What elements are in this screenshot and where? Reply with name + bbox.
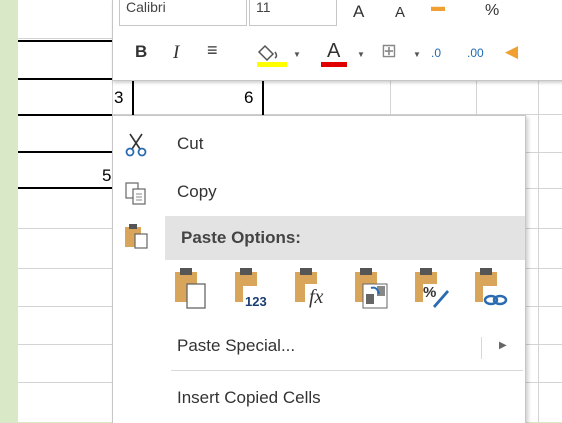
paste-values-label: 123 [245,294,267,309]
mini-toolbar: Calibri 11 A A ▬ % B I ≡ ▼ A ▼ ⊞ ▼ .0 .0… [112,0,562,81]
menu-item-copy[interactable]: Copy [113,172,525,212]
cell-border [18,187,112,189]
format-painter-icon[interactable]: ◀ [505,42,518,62]
paste-options-label: Paste Options: [181,228,301,247]
cell-border [18,78,112,80]
paste-formulas-label: fx [309,286,324,308]
menu-label-copy: Copy [177,182,217,201]
fill-color-swatch [257,62,287,67]
paste-formatting-label: % [423,284,437,301]
borders-icon[interactable]: ⊞ [381,40,397,63]
cell-value[interactable]: 3 [114,88,123,108]
menu-separator [171,370,523,371]
percent-style-button[interactable]: % [485,2,499,20]
menu-item-paste-special[interactable]: Paste Special... [113,326,525,366]
font-color-swatch [321,62,347,67]
paste-link-button[interactable] [471,264,511,316]
transpose-button[interactable] [351,264,391,316]
submenu-divider [481,337,482,359]
paste-options-header: Paste Options: [165,216,525,260]
cell-value[interactable]: 6 [244,88,253,108]
font-size-box[interactable]: 11 [249,0,337,26]
fill-color-button[interactable] [257,40,287,68]
grow-font-icon[interactable]: A [353,2,364,22]
paste-icon [175,268,206,309]
increase-decimal-button[interactable]: .0 [431,46,441,60]
cell-border [18,114,112,116]
menu-label-insert-copied-cells: Insert Copied Cells [177,388,321,407]
format-painter-icon[interactable]: ▬ [431,0,445,14]
paste-link-icon [475,268,508,308]
menu-label-paste-special: Paste Special... [177,336,296,355]
menu-item-insert-copied-cells[interactable]: Insert Copied Cells [113,378,525,418]
cell-border [18,151,112,153]
paste-formulas-button[interactable]: fx [291,264,331,316]
shrink-font-icon[interactable]: A [395,4,405,21]
dropdown-arrow-icon[interactable]: ▼ [293,50,301,59]
paste-button[interactable] [171,264,211,316]
paste-values-button[interactable]: 123 [231,264,271,316]
cell-border [132,80,134,116]
fill-bucket-icon [257,44,287,67]
menu-label-cut: Cut [177,134,204,153]
bold-button[interactable]: B [135,42,147,62]
font-color-button[interactable]: A [319,40,349,68]
menu-item-cut[interactable]: Cut [113,124,525,164]
italic-button[interactable]: I [173,42,179,64]
paste-formatting-button[interactable]: % [411,264,451,316]
copy-icon [125,182,146,205]
paste-options-icon [125,224,148,249]
dropdown-arrow-icon[interactable]: ▼ [357,50,365,59]
decrease-decimal-button[interactable]: .00 [467,46,484,60]
cell-border [18,40,112,42]
align-center-icon[interactable]: ≡ [207,40,218,61]
font-name-box[interactable]: Calibri [119,0,247,26]
context-menu: Cut Copy Paste Options: 123 fx % Paste S… [112,115,526,423]
font-color-letter: A [327,40,341,62]
dropdown-arrow-icon[interactable]: ▼ [413,50,421,59]
transpose-icon [355,268,388,309]
cell-border [262,80,264,116]
scissors-icon [125,133,147,157]
cell-value[interactable]: 5 [102,166,111,186]
submenu-arrow-icon: ▶ [499,340,507,351]
